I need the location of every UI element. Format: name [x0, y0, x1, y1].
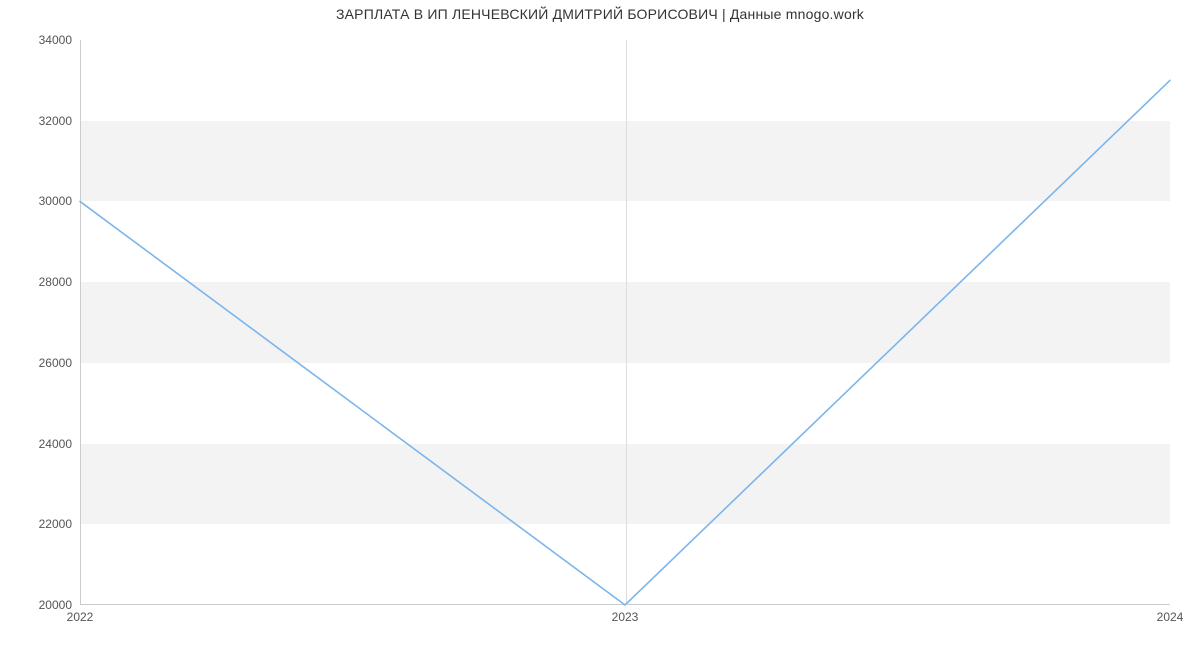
y-tick-label: 24000 — [12, 437, 72, 451]
salary-line-chart: ЗАРПЛАТА В ИП ЛЕНЧЕВСКИЙ ДМИТРИЙ БОРИСОВ… — [0, 0, 1200, 650]
y-tick-label: 20000 — [12, 598, 72, 612]
y-tick-label: 32000 — [12, 114, 72, 128]
series-line — [80, 80, 1170, 605]
x-tick-label: 2022 — [67, 610, 94, 624]
line-layer — [0, 0, 1200, 650]
x-tick-label: 2024 — [1157, 610, 1184, 624]
y-tick-label: 26000 — [12, 356, 72, 370]
y-tick-label: 22000 — [12, 517, 72, 531]
y-tick-label: 34000 — [12, 33, 72, 47]
y-tick-label: 30000 — [12, 194, 72, 208]
x-tick-label: 2023 — [612, 610, 639, 624]
y-tick-label: 28000 — [12, 275, 72, 289]
